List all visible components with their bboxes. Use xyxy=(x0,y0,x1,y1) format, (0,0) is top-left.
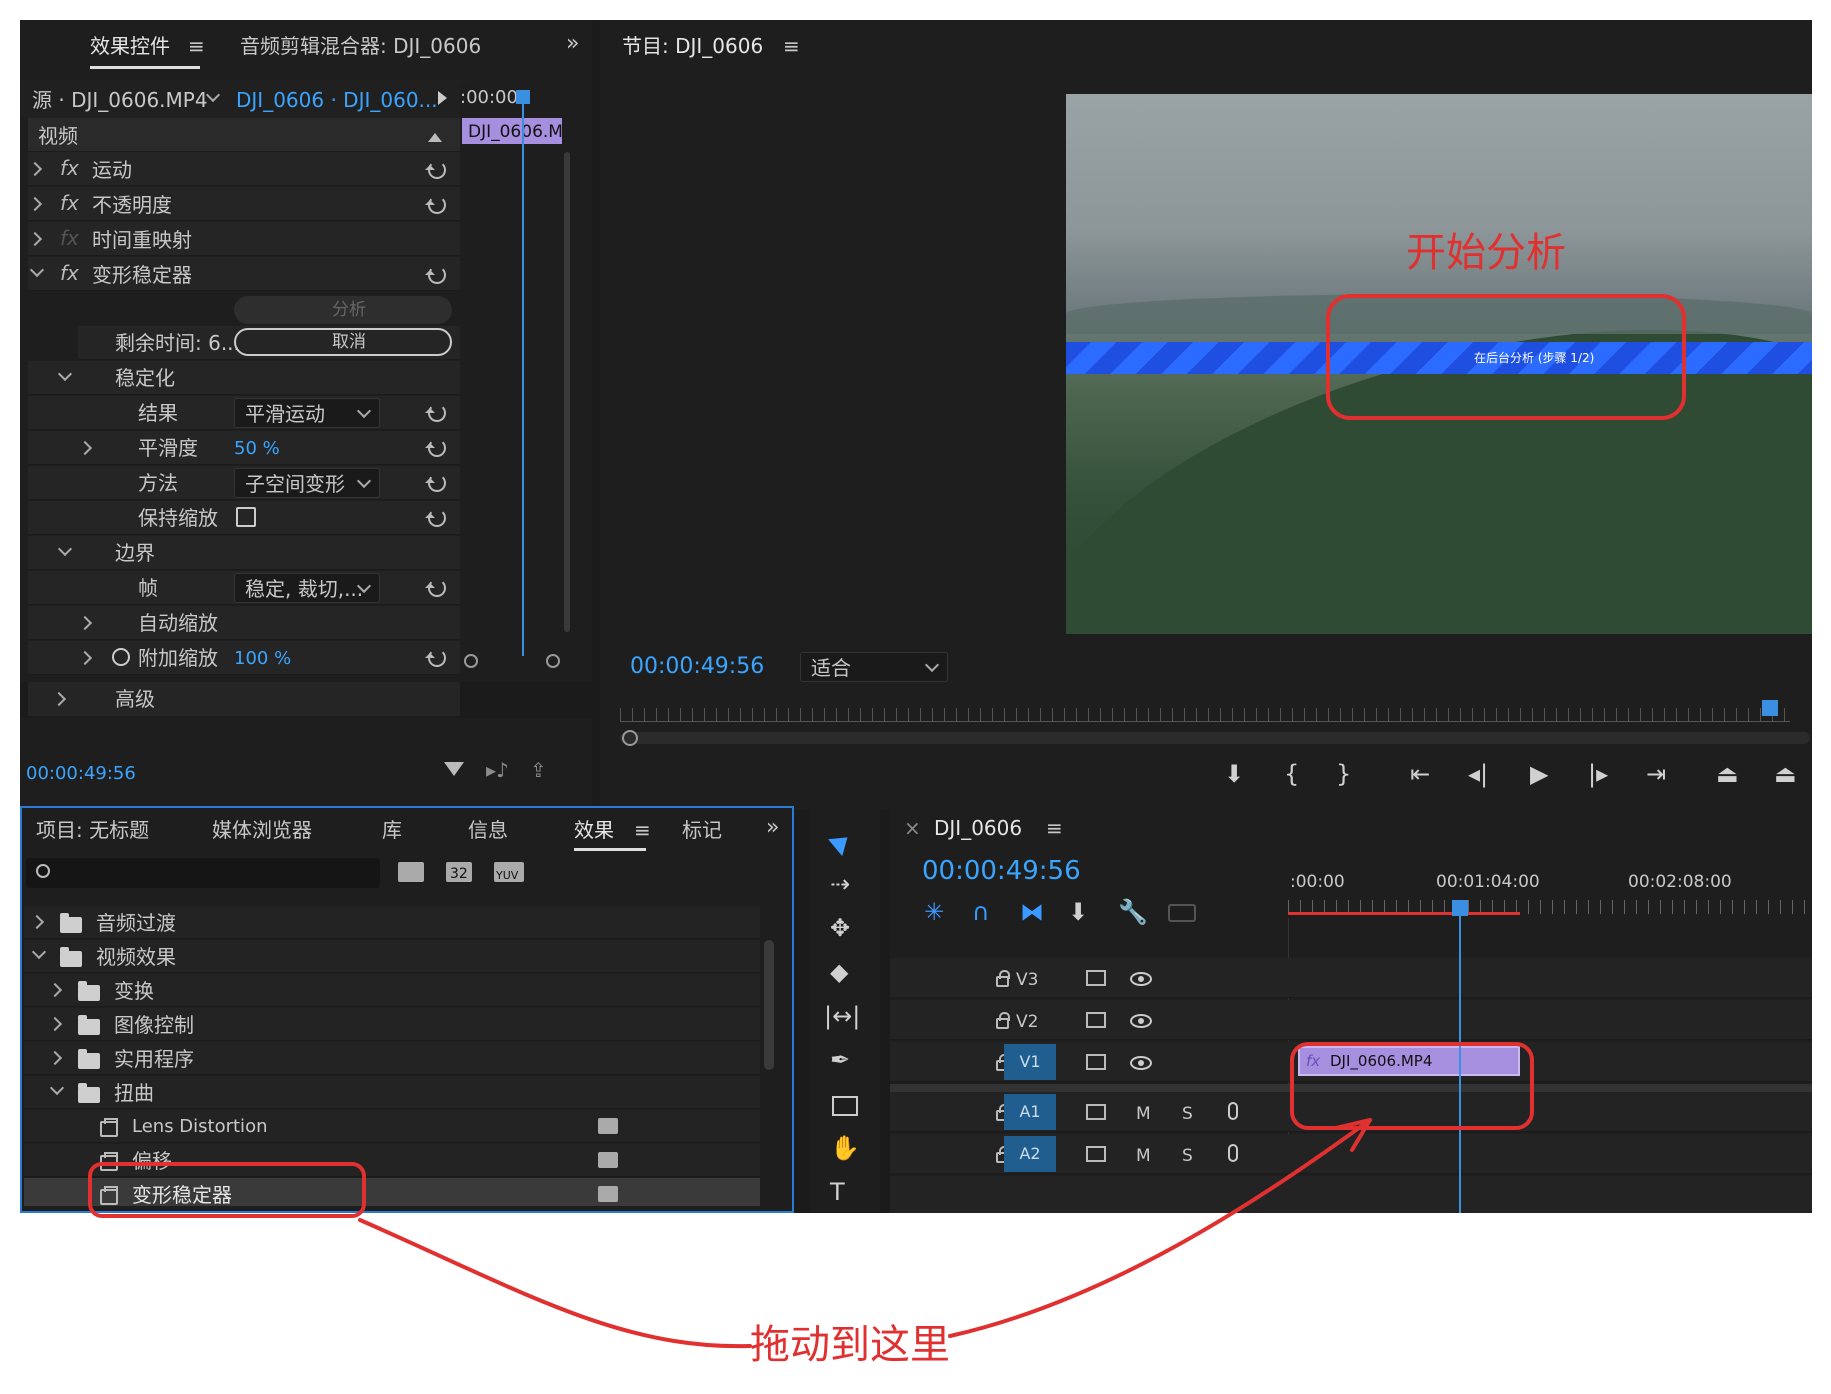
annotation-drag-here: 拖动到这里 xyxy=(750,1322,950,1368)
annotation-drag-arrow xyxy=(358,1118,1372,1349)
